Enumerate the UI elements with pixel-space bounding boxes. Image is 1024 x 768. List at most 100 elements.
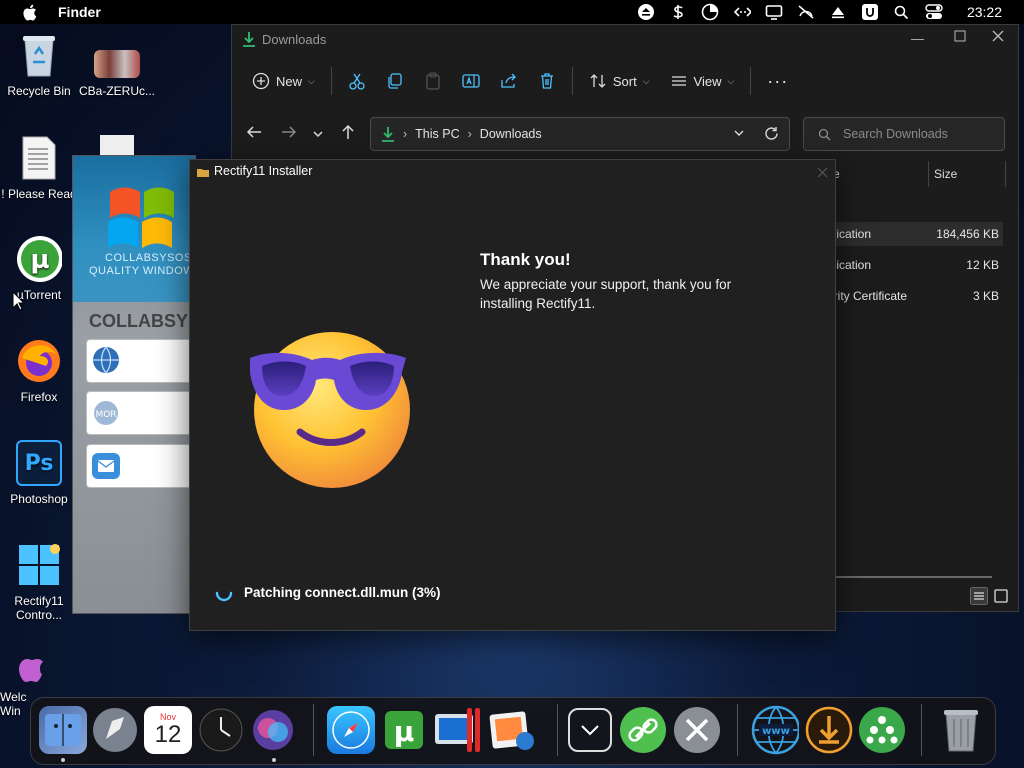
dock-safari-icon[interactable] bbox=[327, 706, 375, 754]
dock-siri-icon[interactable] bbox=[249, 706, 297, 754]
plus-circle-icon bbox=[252, 72, 270, 90]
file-row[interactable]: urity Certificate 3 KB bbox=[827, 284, 1003, 308]
u-badge-icon[interactable] bbox=[861, 3, 879, 21]
apple-logo-icon bbox=[14, 648, 48, 686]
dock-parallels-icon[interactable] bbox=[433, 706, 481, 754]
file-type: urity Certificate bbox=[827, 289, 908, 303]
column-divider[interactable] bbox=[928, 161, 929, 187]
installer-close-icon[interactable] bbox=[817, 165, 828, 183]
code-arrows-icon[interactable] bbox=[733, 3, 751, 21]
collab-link-web[interactable] bbox=[86, 339, 195, 383]
sort-button[interactable]: Sort ⌵ bbox=[579, 65, 660, 97]
sort-arrows-icon bbox=[589, 72, 607, 90]
minimize-button[interactable]: — bbox=[911, 31, 924, 46]
rectify-installer-window[interactable]: Rectify11 Installer Thank you! We apprec… bbox=[189, 159, 836, 631]
chevron-down-icon: ⌵ bbox=[727, 75, 735, 86]
collabsysos-window[interactable]: COLLABSYSOS QUALITY WINDOWS COLLABSY MOR bbox=[72, 155, 196, 614]
explorer-titlebar[interactable]: Downloads — bbox=[232, 25, 1018, 53]
address-bar[interactable]: › This PC › Downloads bbox=[370, 117, 790, 151]
new-button[interactable]: New ⌵ bbox=[242, 65, 325, 97]
dock-utilities-icon[interactable] bbox=[673, 706, 721, 754]
installer-title: Rectify11 Installer bbox=[214, 164, 313, 178]
column-divider[interactable] bbox=[1005, 161, 1006, 187]
menu-bar: Finder 23:22 bbox=[0, 0, 1024, 24]
eject-icon[interactable] bbox=[637, 3, 655, 21]
dock-download-manager-icon[interactable] bbox=[805, 706, 853, 754]
control-center-icon[interactable] bbox=[925, 3, 943, 21]
view-button[interactable]: View ⌵ bbox=[660, 65, 745, 97]
desktop-icon-recycle-bin[interactable]: Recycle Bin bbox=[1, 32, 77, 98]
desktop-icon-photoshop[interactable]: Ps Photoshop bbox=[1, 440, 77, 506]
dock-web-globe-icon[interactable]: www bbox=[751, 705, 799, 755]
desktop-icon-label: Welc Win bbox=[0, 690, 27, 718]
back-arrow-icon[interactable] bbox=[246, 125, 262, 144]
copy-button[interactable] bbox=[376, 65, 414, 97]
photo-thumbnail-icon bbox=[94, 50, 140, 78]
menu-clock[interactable]: 23:22 bbox=[967, 4, 1002, 20]
desktop-icon-please-read[interactable]: ! Please Read bbox=[1, 135, 77, 201]
settings-file-icon[interactable] bbox=[100, 135, 134, 157]
chevron-down-icon: ⌵ bbox=[308, 75, 315, 86]
copy-icon bbox=[386, 72, 404, 90]
desktop-icon-label: Rectify11 Contro... bbox=[14, 594, 64, 622]
svg-text:www: www bbox=[762, 726, 790, 737]
dollar-icon[interactable] bbox=[669, 3, 687, 21]
dock-link-icon[interactable] bbox=[619, 706, 667, 754]
more-info-icon: MOR bbox=[91, 399, 121, 432]
dock-network-icon[interactable] bbox=[858, 706, 906, 754]
dock-downloads-stack-icon[interactable] bbox=[568, 708, 612, 752]
column-header-size[interactable]: Size bbox=[934, 167, 957, 181]
maximize-button[interactable] bbox=[954, 30, 966, 45]
toolbar-divider bbox=[571, 67, 573, 95]
desktop-icon-label: CBa-ZERUc... bbox=[79, 84, 156, 98]
view-lines-icon bbox=[670, 72, 688, 90]
apple-icon[interactable] bbox=[22, 4, 38, 21]
more-options-button[interactable]: ··· bbox=[757, 65, 798, 97]
active-app-name[interactable]: Finder bbox=[58, 4, 101, 20]
paste-button[interactable] bbox=[414, 65, 452, 97]
pie-chart-icon[interactable] bbox=[701, 3, 719, 21]
dock-clock-icon[interactable] bbox=[197, 706, 245, 754]
svg-text:MOR: MOR bbox=[95, 410, 116, 420]
display-icon[interactable] bbox=[765, 3, 783, 21]
windows-flag-logo-icon bbox=[100, 178, 186, 259]
trash-icon bbox=[538, 72, 556, 90]
dock-divider bbox=[737, 704, 738, 756]
dock-finder-icon[interactable] bbox=[39, 706, 87, 754]
delete-button[interactable] bbox=[528, 65, 566, 97]
dock-divider bbox=[921, 704, 922, 756]
desktop-icon-rectify11-control[interactable]: Rectify11 Contro... bbox=[1, 542, 77, 622]
dock-utorrent-icon[interactable]: µ bbox=[381, 706, 429, 754]
breadcrumb-this-pc[interactable]: This PC bbox=[415, 127, 459, 141]
collab-link-email[interactable] bbox=[86, 444, 195, 488]
dock-launchpad-icon[interactable] bbox=[91, 706, 139, 754]
details-view-icon[interactable] bbox=[970, 587, 988, 610]
search-icon[interactable] bbox=[893, 3, 911, 21]
muted-icon[interactable] bbox=[797, 3, 815, 21]
file-row[interactable]: plication 12 KB bbox=[827, 253, 1003, 277]
address-dropdown-icon[interactable] bbox=[733, 128, 745, 142]
close-button[interactable] bbox=[992, 30, 1004, 45]
up-arrow-icon[interactable] bbox=[341, 124, 355, 145]
share-button[interactable] bbox=[490, 65, 528, 97]
tiles-view-icon[interactable] bbox=[992, 587, 1010, 610]
horizontal-scrollbar[interactable] bbox=[836, 576, 992, 578]
cut-button[interactable] bbox=[338, 65, 376, 97]
dock-preview-icon[interactable] bbox=[489, 706, 537, 754]
dock-trash-icon[interactable] bbox=[937, 706, 985, 754]
refresh-icon[interactable] bbox=[764, 126, 779, 144]
search-box[interactable]: Search Downloads bbox=[803, 117, 1005, 151]
forward-arrow-icon[interactable] bbox=[281, 125, 297, 144]
file-size: 12 KB bbox=[966, 258, 999, 272]
recent-chevron-icon[interactable] bbox=[312, 127, 324, 145]
desktop-icon-firefox[interactable]: Firefox bbox=[1, 338, 77, 404]
rename-button[interactable] bbox=[452, 65, 490, 97]
dock-calendar-icon[interactable]: Nov 12 bbox=[144, 706, 192, 754]
breadcrumb-downloads[interactable]: Downloads bbox=[480, 127, 542, 141]
file-size: 3 KB bbox=[972, 289, 999, 303]
collab-link-more[interactable]: MOR bbox=[86, 391, 195, 435]
download-arrow-icon bbox=[242, 31, 256, 47]
wifi-up-icon[interactable] bbox=[829, 3, 847, 21]
file-row[interactable]: plication 184,456 KB bbox=[827, 222, 1003, 246]
desktop-icon-cba-file[interactable]: CBa-ZERUc... bbox=[79, 32, 155, 98]
